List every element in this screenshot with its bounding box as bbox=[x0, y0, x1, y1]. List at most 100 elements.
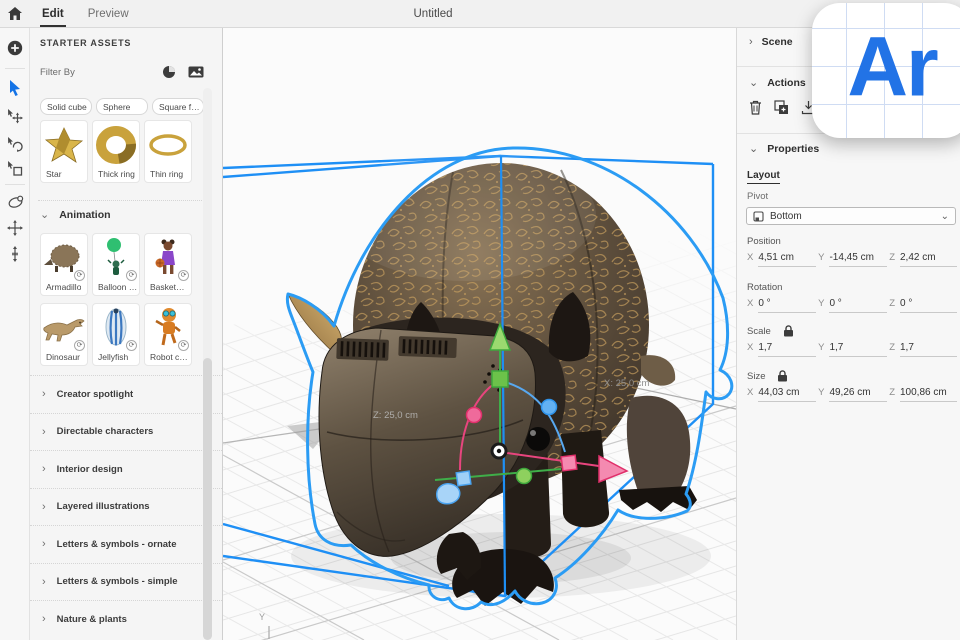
pivot-bottom-icon bbox=[753, 210, 764, 222]
rotation-y-field[interactable]: 0 ° bbox=[829, 298, 888, 313]
animated-asset-badge: ⟳ bbox=[74, 270, 85, 281]
document-title: Untitled bbox=[413, 7, 453, 20]
animation-section-header[interactable]: ⌄ Animation bbox=[40, 208, 111, 222]
layout-tab[interactable]: Layout bbox=[747, 170, 780, 184]
select-tool[interactable] bbox=[3, 76, 27, 100]
scale-x-field[interactable]: 1,7 bbox=[758, 342, 817, 357]
move-tool[interactable] bbox=[3, 104, 27, 128]
chevron-right-icon: › bbox=[42, 388, 46, 401]
animated-asset-badge: ⟳ bbox=[178, 340, 189, 351]
pan-tool[interactable] bbox=[3, 216, 27, 240]
gizmo-y-scale-handle[interactable] bbox=[515, 467, 533, 485]
asset-card-star[interactable]: Star bbox=[40, 120, 88, 183]
tab-preview[interactable]: Preview bbox=[76, 0, 141, 28]
asset-chip-square-frame[interactable]: Square f… bbox=[152, 98, 204, 115]
filter-images-button[interactable] bbox=[187, 64, 205, 80]
gizmo-x-plane-handle[interactable] bbox=[560, 454, 578, 472]
asset-chip-sphere[interactable]: Sphere bbox=[96, 98, 148, 115]
tab-edit[interactable]: Edit bbox=[30, 0, 76, 28]
elevate-tool[interactable] bbox=[3, 242, 27, 266]
scene-section-header[interactable]: › Scene bbox=[749, 36, 793, 48]
tool-bar bbox=[0, 28, 30, 640]
section-directable-characters[interactable]: › Directable characters bbox=[30, 412, 222, 451]
assets-panel-title: STARTER ASSETS bbox=[40, 38, 132, 48]
image-filter-icon bbox=[188, 66, 204, 78]
rotation-label: Rotation bbox=[747, 282, 783, 293]
move-cursor-icon bbox=[8, 109, 23, 124]
asset-card-thin-ring[interactable]: Thin ring bbox=[144, 120, 192, 183]
asset-card-dinosaur[interactable]: ⟳ Dinosaur bbox=[40, 303, 88, 366]
filter-row: Filter By bbox=[40, 64, 205, 80]
gizmo-z-arrow[interactable] bbox=[436, 483, 461, 505]
asset-card-balloon[interactable]: ⟳ Balloon … bbox=[92, 233, 140, 296]
starter-assets-panel: STARTER ASSETS Filter By Solid cube Sphe… bbox=[30, 28, 222, 640]
gizmo-z-plane-handle[interactable] bbox=[455, 470, 472, 487]
viewport-canvas[interactable]: Y X: 25,0 cm Z: 25,0 cm bbox=[222, 28, 737, 640]
rotation-z-field[interactable]: 0 ° bbox=[900, 298, 957, 313]
position-fields: X 4,51 cm Y -14,45 cm Z 2,42 cm bbox=[747, 252, 957, 267]
rotation-x-field[interactable]: 0 ° bbox=[758, 298, 817, 313]
chevron-right-icon: › bbox=[42, 613, 46, 626]
chevron-down-icon: ⌄ bbox=[749, 77, 759, 89]
home-button[interactable] bbox=[0, 0, 30, 28]
asset-card-basketball[interactable]: ⟳ Basket… bbox=[144, 233, 192, 296]
actions-toolbar bbox=[749, 100, 816, 118]
section-nature-plants[interactable]: › Nature & plants bbox=[30, 600, 222, 638]
actions-section-header[interactable]: ⌄ Actions bbox=[749, 76, 806, 90]
position-z-field[interactable]: 2,42 cm bbox=[900, 252, 957, 267]
add-asset-button[interactable] bbox=[3, 36, 27, 60]
section-interior-design[interactable]: › Interior design bbox=[30, 450, 222, 488]
section-letters-symbols-simple[interactable]: › Letters & symbols - simple bbox=[30, 562, 222, 601]
x-axis-measure-label: X: 25,0 cm bbox=[604, 378, 649, 389]
scale-z-field[interactable]: 1,7 bbox=[900, 342, 957, 357]
add-icon bbox=[7, 40, 23, 56]
filter-3d-objects-button[interactable] bbox=[160, 64, 178, 80]
lock-icon bbox=[783, 325, 793, 337]
animated-asset-badge: ⟳ bbox=[126, 270, 137, 281]
scale-tool[interactable] bbox=[3, 156, 27, 180]
scale-label-row: Scale bbox=[747, 325, 794, 337]
scale-lock-toggle[interactable] bbox=[783, 325, 794, 337]
assets-scrollbar-thumb[interactable] bbox=[203, 358, 212, 640]
asset-card-robot[interactable]: ⟳ Robot c… bbox=[144, 303, 192, 366]
asset-card-armadillo[interactable]: ⟳ Armadillo bbox=[40, 233, 88, 296]
chevron-down-icon: ⌄ bbox=[940, 210, 949, 222]
section-layered-illustrations[interactable]: › Layered illustrations bbox=[30, 487, 222, 526]
asset-card-jellyfish[interactable]: ⟳ Jellyfish bbox=[92, 303, 140, 366]
3d-viewport[interactable]: Y X: 25,0 cm Z: 25,0 cm bbox=[222, 28, 737, 640]
animated-asset-badge: ⟳ bbox=[126, 340, 137, 351]
size-lock-toggle[interactable] bbox=[777, 370, 788, 382]
chevron-right-icon: › bbox=[749, 36, 753, 48]
chevron-right-icon: › bbox=[42, 538, 46, 551]
section-creator-spotlight[interactable]: › Creator spotlight bbox=[30, 375, 222, 413]
gizmo-y-plane-handle[interactable] bbox=[491, 370, 509, 388]
orbit-tool[interactable] bbox=[3, 190, 27, 214]
duplicate-button[interactable] bbox=[774, 100, 789, 118]
gizmo-z-rotate-handle[interactable] bbox=[540, 398, 558, 416]
size-x-field[interactable]: 44,03 cm bbox=[758, 387, 817, 402]
size-label-row: Size bbox=[747, 370, 788, 382]
aero-app-logo-card: Ar bbox=[812, 3, 960, 138]
delete-button[interactable] bbox=[749, 100, 762, 118]
scale-fields: X 1,7 Y 1,7 Z 1,7 bbox=[747, 342, 957, 357]
section-letters-symbols-ornate[interactable]: › Letters & symbols - ornate bbox=[30, 525, 222, 563]
position-y-field[interactable]: -14,45 cm bbox=[829, 252, 888, 267]
asset-card-thick-ring[interactable]: Thick ring bbox=[92, 120, 140, 183]
chevron-right-icon: › bbox=[42, 575, 46, 588]
asset-chip-solid-cube[interactable]: Solid cube bbox=[40, 98, 92, 115]
properties-section-header[interactable]: ⌄ Properties bbox=[749, 142, 819, 156]
thick-ring-thumbnail bbox=[96, 126, 136, 164]
pivot-dropdown[interactable]: Bottom ⌄ bbox=[746, 207, 956, 225]
chevron-down-icon: ⌄ bbox=[749, 143, 759, 155]
size-y-field[interactable]: 49,26 cm bbox=[829, 387, 888, 402]
thin-ring-thumbnail bbox=[149, 134, 187, 156]
gizmo-x-rotate-handle[interactable] bbox=[465, 406, 483, 424]
size-z-field[interactable]: 100,86 cm bbox=[900, 387, 957, 402]
jellyfish-thumbnail bbox=[105, 308, 127, 346]
rotate-tool[interactable] bbox=[3, 132, 27, 156]
animated-asset-badge: ⟳ bbox=[178, 270, 189, 281]
position-x-field[interactable]: 4,51 cm bbox=[758, 252, 817, 267]
rotate-cursor-icon bbox=[8, 137, 23, 152]
elevate-icon bbox=[12, 246, 18, 262]
scale-y-field[interactable]: 1,7 bbox=[829, 342, 888, 357]
